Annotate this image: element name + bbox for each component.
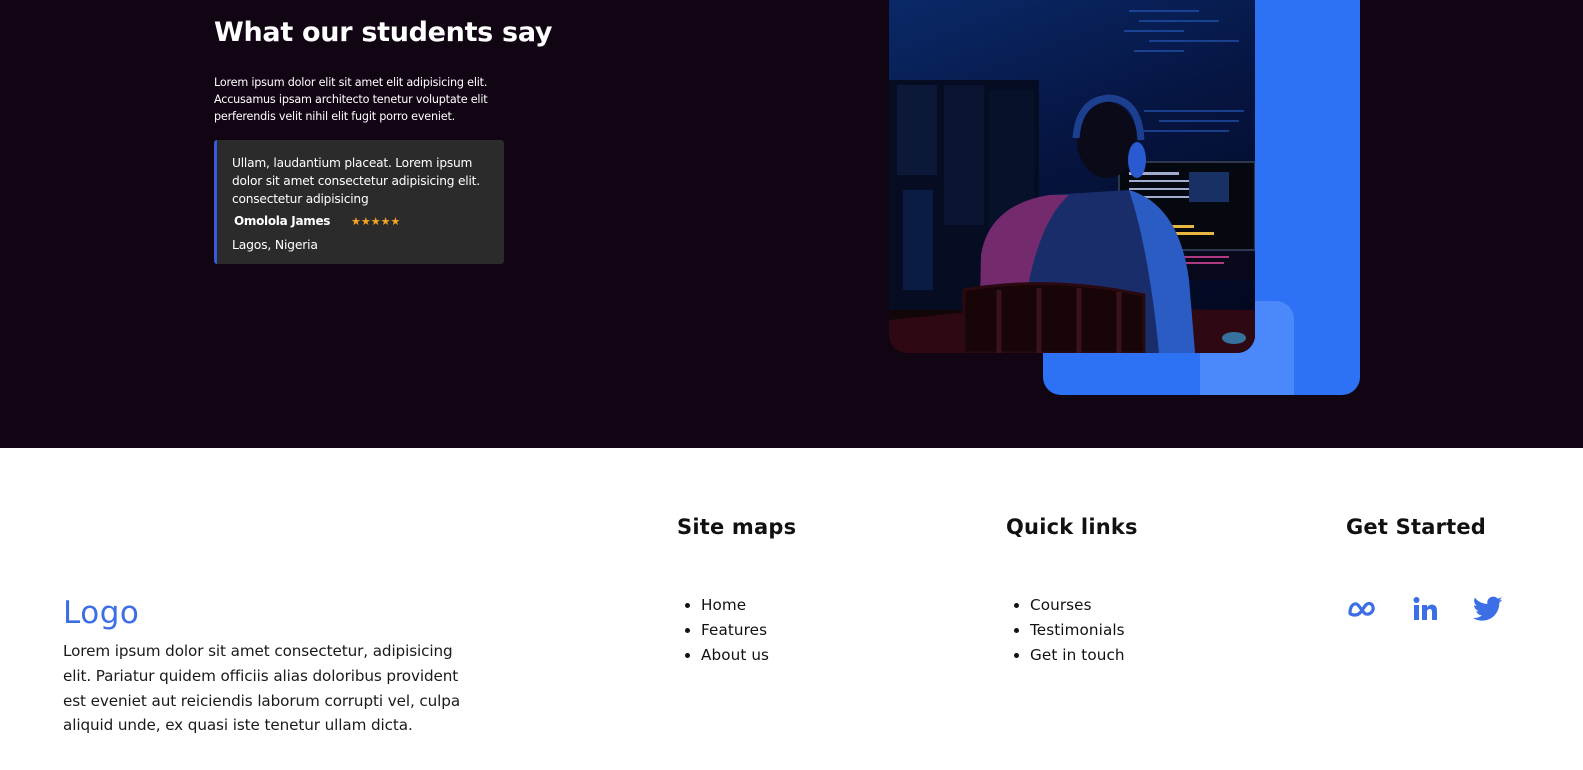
student-at-computer-illustration — [889, 10, 1255, 353]
footer-logo[interactable]: Logo — [63, 595, 139, 631]
testimonials-title: What our students say — [214, 17, 553, 48]
quick-links-list: Courses Testimonials Get in touch — [1006, 593, 1125, 667]
site-map-link-about[interactable]: About us — [701, 643, 769, 668]
testimonial-card: Ullam, laudantium placeat. Lorem ipsum d… — [214, 140, 504, 264]
testimonials-intro: Lorem ipsum dolor elit sit amet elit adi… — [214, 76, 488, 123]
quick-links-heading: Quick links — [1006, 515, 1138, 539]
quick-link-courses[interactable]: Courses — [1030, 593, 1125, 618]
site-map-link-home[interactable]: Home — [701, 593, 769, 618]
rating-stars-icon: ★★★★★ — [351, 215, 401, 228]
testimonial-location: Lagos, Nigeria — [232, 237, 318, 252]
site-maps-list: Home Features About us — [677, 593, 769, 667]
quick-link-get-in-touch[interactable]: Get in touch — [1030, 643, 1125, 668]
linkedin-icon[interactable] — [1409, 593, 1441, 625]
testimonial-quote: Ullam, laudantium placeat. Lorem ipsum d… — [232, 156, 480, 206]
footer: Logo Lorem ipsum dolor sit amet consecte… — [0, 448, 1583, 770]
footer-description: Lorem ipsum dolor sit amet consectetur, … — [63, 642, 461, 735]
quick-link-testimonials[interactable]: Testimonials — [1030, 618, 1125, 643]
twitter-icon[interactable] — [1472, 593, 1504, 625]
site-maps-heading: Site maps — [677, 515, 797, 539]
student-photo — [889, 0, 1255, 353]
get-started-heading: Get Started — [1346, 515, 1487, 539]
site-map-link-features[interactable]: Features — [701, 618, 769, 643]
testimonial-author: Omolola James — [234, 214, 331, 228]
testimonials-section: What our students say Lorem ipsum dolor … — [0, 0, 1583, 448]
meta-icon[interactable] — [1346, 593, 1378, 625]
